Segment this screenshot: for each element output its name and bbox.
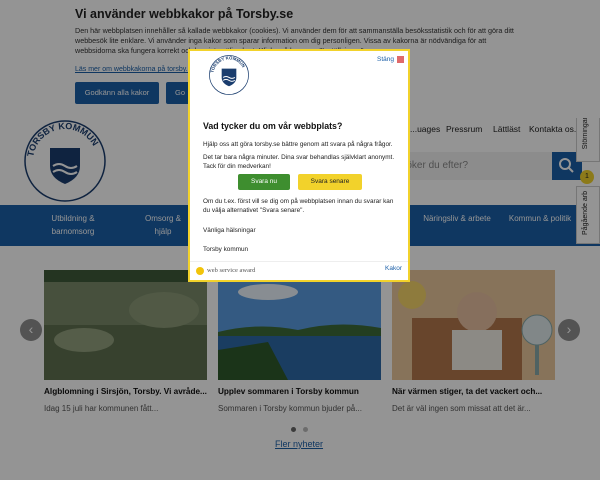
survey-title: Vad tycker du om vår webbplats? xyxy=(203,121,343,131)
web-service-award[interactable]: web service award xyxy=(207,267,255,274)
survey-footer: web service award Kakor xyxy=(190,261,408,280)
survey-intro: Hjälp oss att göra torsby.se bättre geno… xyxy=(203,141,393,148)
survey-visit-note: Om du t.ex. först vill se dig om på webb… xyxy=(203,198,394,214)
survey-regards: Vänliga hälsningar xyxy=(203,227,256,234)
survey-signature: Torsby kommun xyxy=(203,246,249,253)
survey-thanks: Tack för din medverkan! xyxy=(203,163,271,170)
answer-now-button[interactable]: Svara nu xyxy=(238,174,290,190)
close-icon[interactable] xyxy=(397,56,404,63)
survey-close-link[interactable]: Stäng xyxy=(377,56,394,63)
answer-later-button[interactable]: Svara senare xyxy=(298,174,362,190)
survey-logo: TORSBY KOMMUN xyxy=(209,55,249,95)
survey-cookies-link[interactable]: Kakor xyxy=(385,265,402,272)
award-icon xyxy=(196,267,204,275)
survey-duration: Det tar bara några minuter. Dina svar be… xyxy=(203,154,395,161)
survey-dialog: Stäng TORSBY KOMMUN Vad tycker du om vår… xyxy=(188,49,410,282)
